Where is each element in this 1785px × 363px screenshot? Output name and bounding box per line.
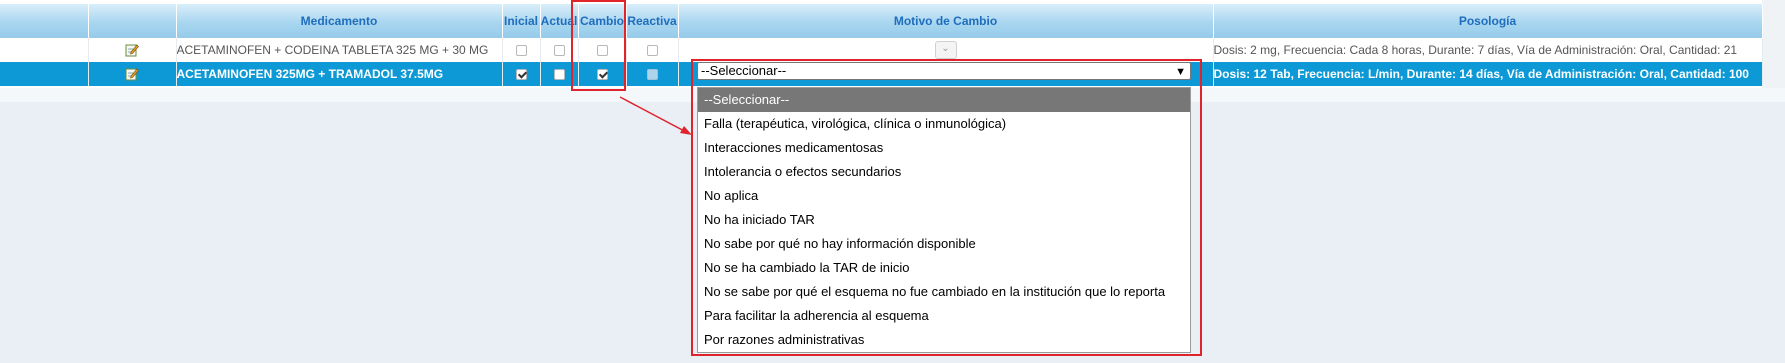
annotation-arrow	[619, 96, 692, 135]
